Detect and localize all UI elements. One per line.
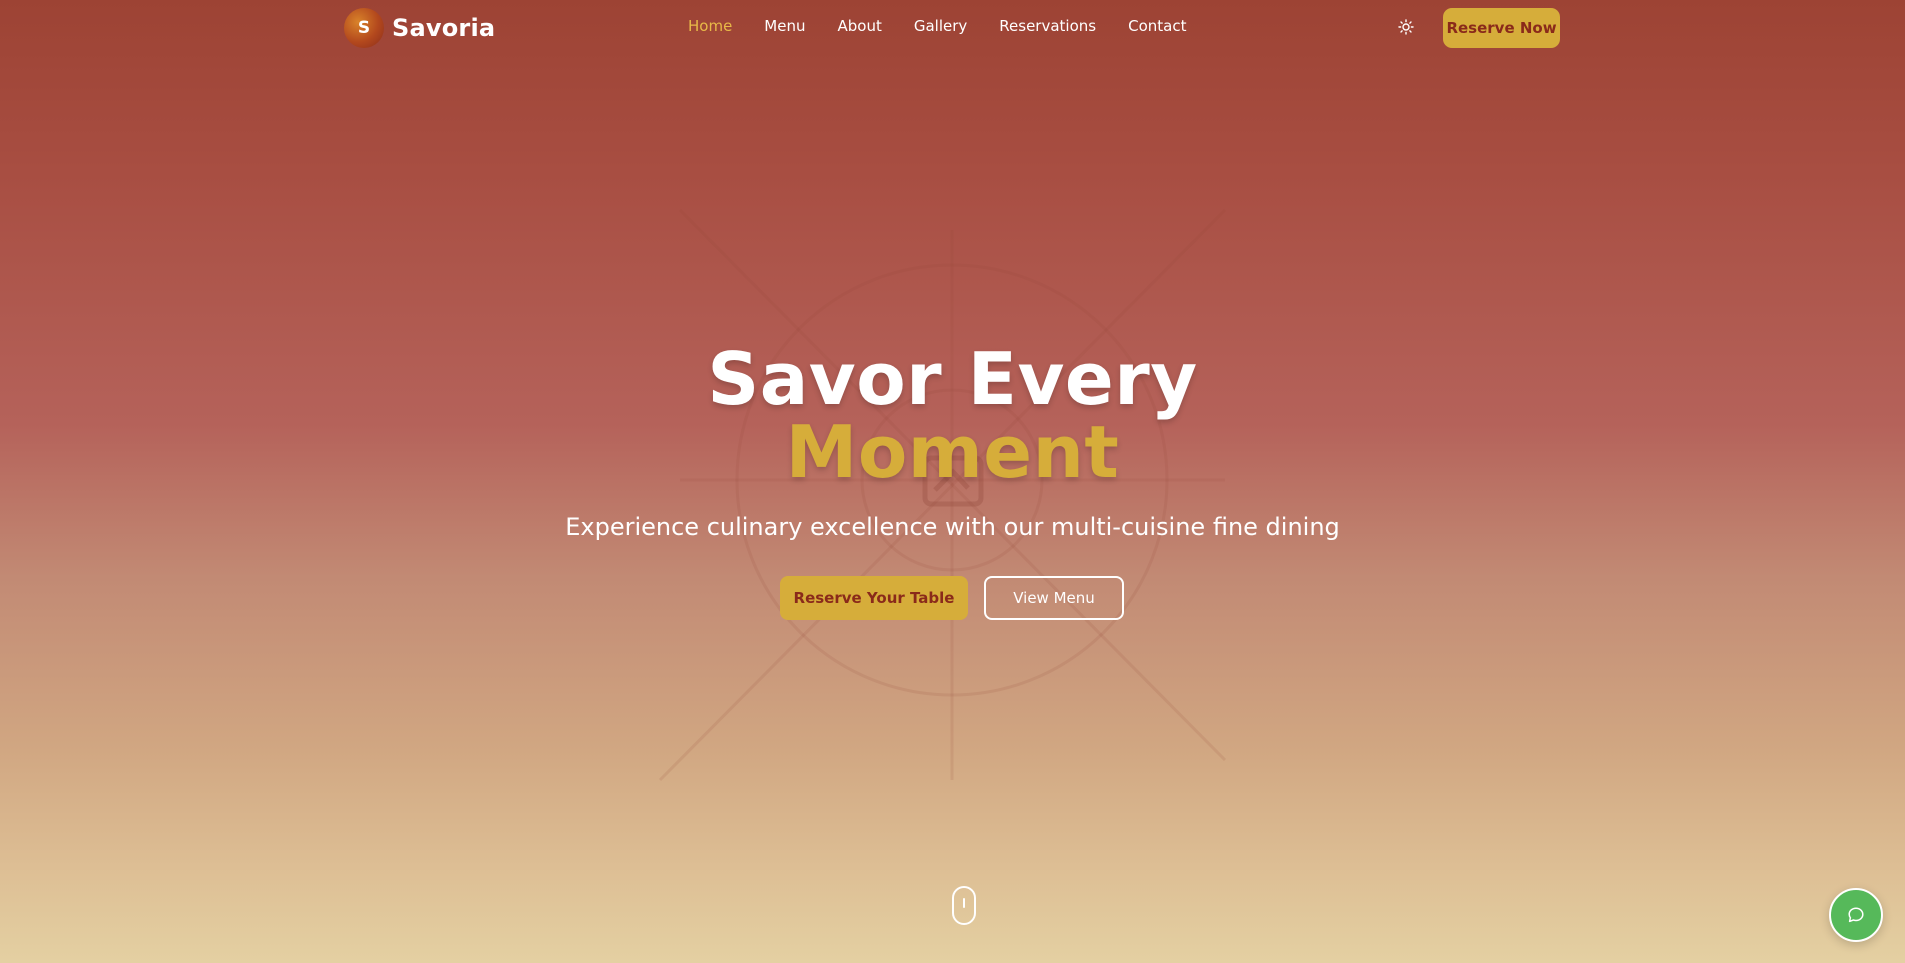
- mouse-scroll-icon[interactable]: [952, 886, 976, 925]
- scroll-wheel-dot: [963, 898, 965, 908]
- nav-item-menu[interactable]: Menu: [764, 17, 805, 35]
- reserve-table-button[interactable]: Reserve Your Table: [780, 576, 968, 620]
- hero-subtitle: Experience culinary excellence with our …: [565, 513, 1340, 541]
- brand-name: Savoria: [392, 14, 496, 42]
- nav-item-about[interactable]: About: [837, 17, 881, 35]
- theme-toggle-button[interactable]: [1398, 19, 1414, 35]
- view-menu-button[interactable]: View Menu: [984, 576, 1124, 620]
- chat-bubble-icon: [1848, 907, 1864, 923]
- hero-title-line1: Savor Every: [707, 337, 1198, 421]
- nav-item-home[interactable]: Home: [688, 17, 732, 35]
- sun-icon: [1398, 19, 1414, 35]
- chat-button[interactable]: [1829, 888, 1883, 942]
- hero-title-line2: Moment: [785, 410, 1120, 494]
- reserve-now-button[interactable]: Reserve Now: [1443, 8, 1560, 48]
- nav-item-reservations[interactable]: Reservations: [999, 17, 1096, 35]
- nav-item-contact[interactable]: Contact: [1128, 17, 1186, 35]
- main-menu: Home Menu About Gallery Reservations Con…: [688, 17, 1218, 35]
- brand-logo-letter: S: [357, 18, 371, 38]
- navbar: S Savoria Home Menu About Gallery Reserv…: [0, 0, 1905, 54]
- brand-logo: S: [344, 8, 384, 48]
- nav-item-gallery[interactable]: Gallery: [914, 17, 967, 35]
- brand[interactable]: S Savoria: [344, 8, 495, 48]
